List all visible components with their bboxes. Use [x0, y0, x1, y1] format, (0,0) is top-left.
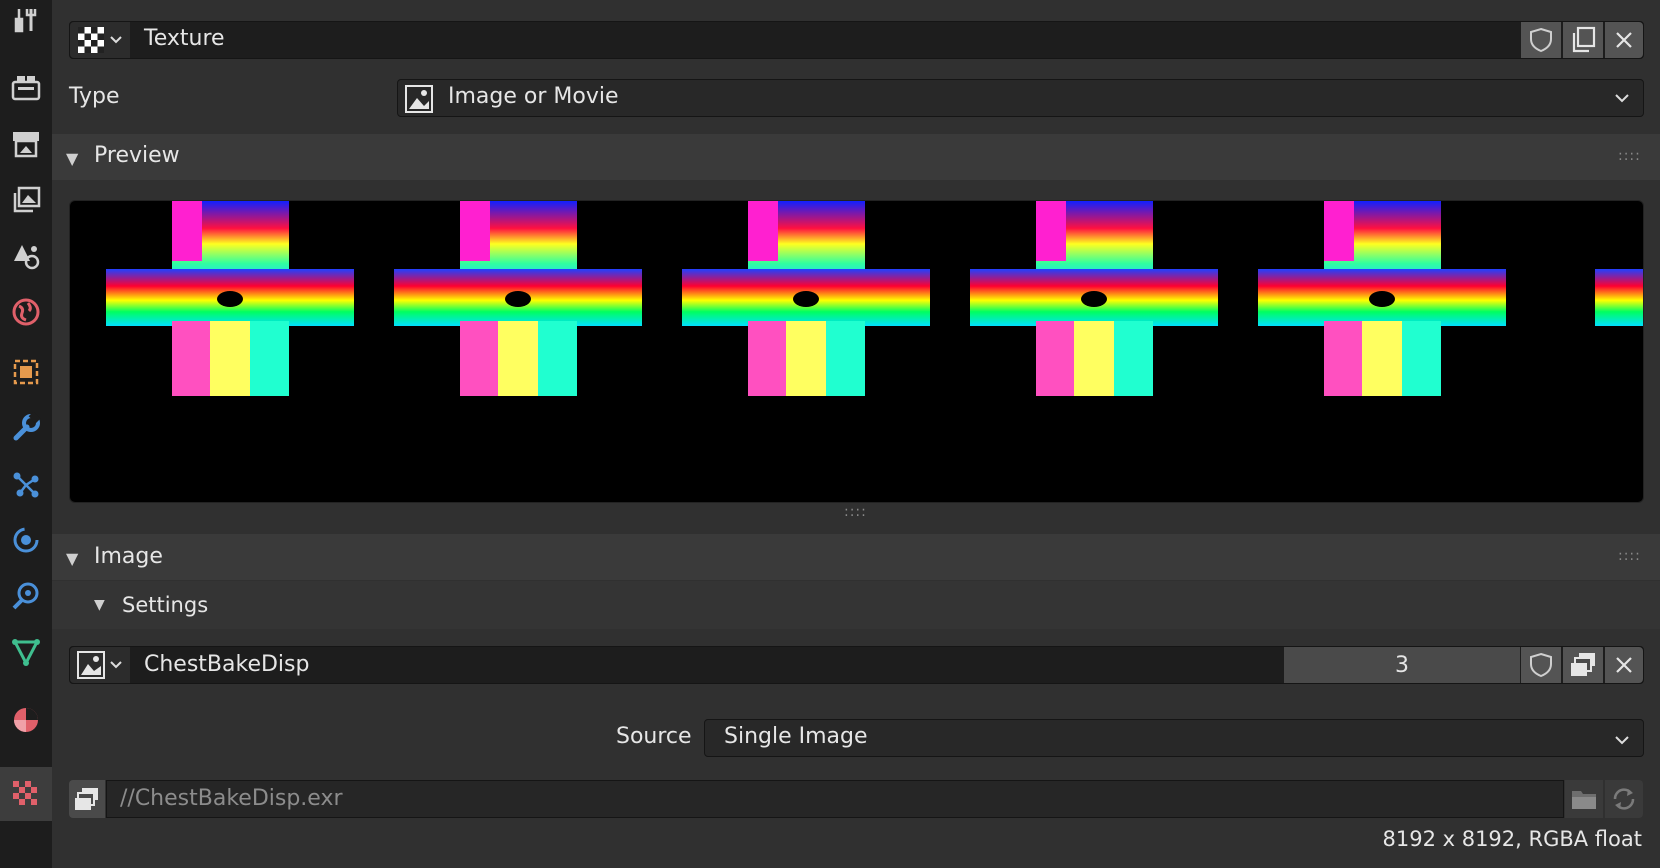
image-name[interactable]: ChestBakeDisp — [144, 654, 309, 676]
browse-file-button[interactable] — [1565, 780, 1603, 818]
package-icon — [75, 788, 98, 810]
render-icon[interactable] — [0, 62, 52, 114]
image-users-count[interactable]: 3 — [1284, 647, 1520, 683]
texture-datablock-field[interactable] — [69, 21, 1644, 59]
filepath-text[interactable]: //ChestBakeDisp.exr — [120, 788, 343, 810]
texture-name[interactable]: Texture — [144, 28, 225, 50]
fake-user-button[interactable] — [1521, 22, 1561, 58]
folder-icon — [1572, 791, 1596, 809]
preview-resize-grip-icon[interactable]: :::: — [844, 504, 867, 520]
physics-icon[interactable] — [0, 514, 52, 566]
image-icon — [77, 651, 105, 679]
image-type-icon — [404, 84, 434, 114]
view-layer-icon[interactable] — [0, 174, 52, 226]
chevron-down-icon — [1615, 94, 1629, 103]
tool-icon[interactable] — [0, 0, 52, 46]
particles-icon[interactable] — [0, 458, 52, 510]
collapse-triangle-icon[interactable]: ▼ — [66, 149, 78, 168]
source-label: Source — [616, 724, 692, 749]
chevron-down-icon — [110, 661, 122, 669]
collapse-triangle-icon[interactable]: ▼ — [66, 549, 78, 568]
type-label: Type — [69, 84, 120, 109]
constraints-icon[interactable] — [0, 570, 52, 622]
checker-icon — [78, 27, 104, 53]
fake-user-button[interactable] — [1521, 647, 1561, 683]
world-icon[interactable] — [0, 286, 52, 338]
texture-preview-image — [69, 200, 1644, 503]
output-icon[interactable] — [0, 118, 52, 170]
reload-image-button[interactable] — [1605, 780, 1643, 818]
scene-icon[interactable] — [0, 230, 52, 282]
collapse-triangle-icon[interactable]: ▼ — [94, 597, 105, 613]
settings-subpanel-header[interactable] — [52, 581, 1660, 629]
image-panel-header[interactable] — [52, 534, 1660, 580]
unlink-texture-button[interactable] — [1605, 22, 1643, 58]
panel-drag-grip-icon[interactable]: :::: — [1618, 148, 1641, 164]
shield-icon — [1530, 652, 1552, 678]
image-panel-title[interactable]: Image — [94, 546, 163, 568]
settings-subpanel-title[interactable]: Settings — [122, 595, 208, 616]
preview-panel-header[interactable] — [52, 134, 1660, 180]
close-icon — [1616, 32, 1632, 48]
close-icon — [1616, 657, 1632, 673]
image-browse-button[interactable] — [70, 647, 130, 683]
chevron-down-icon — [1615, 736, 1629, 745]
properties-tab-sidebar — [0, 0, 52, 868]
image-info-text: 8192 x 8192, RGBA float — [1382, 827, 1642, 851]
duplicate-icon — [1572, 26, 1596, 53]
source-value: Single Image — [724, 724, 868, 749]
texture-browse-button[interactable] — [70, 22, 130, 58]
duplicate-icon — [1571, 653, 1595, 676]
preview-panel-title[interactable]: Preview — [94, 145, 180, 167]
users-count-text: 3 — [1395, 652, 1409, 678]
data-icon[interactable] — [0, 626, 52, 678]
reload-icon — [1613, 788, 1635, 810]
chevron-down-icon — [110, 36, 122, 44]
panel-drag-grip-icon[interactable]: :::: — [1618, 548, 1641, 564]
pack-image-button[interactable] — [69, 780, 105, 818]
type-value: Image or Movie — [448, 84, 619, 109]
object-icon[interactable] — [0, 346, 52, 398]
texture-properties-panel: Texture Type Image or Movie ▼ Preview ::… — [52, 0, 1660, 868]
duplicate-texture-button[interactable] — [1563, 22, 1603, 58]
unlink-image-button[interactable] — [1605, 647, 1643, 683]
texture-icon[interactable] — [0, 767, 52, 821]
duplicate-image-button[interactable] — [1563, 647, 1603, 683]
shield-icon — [1530, 27, 1552, 53]
modifier-icon[interactable] — [0, 402, 52, 454]
material-icon[interactable] — [0, 694, 52, 746]
